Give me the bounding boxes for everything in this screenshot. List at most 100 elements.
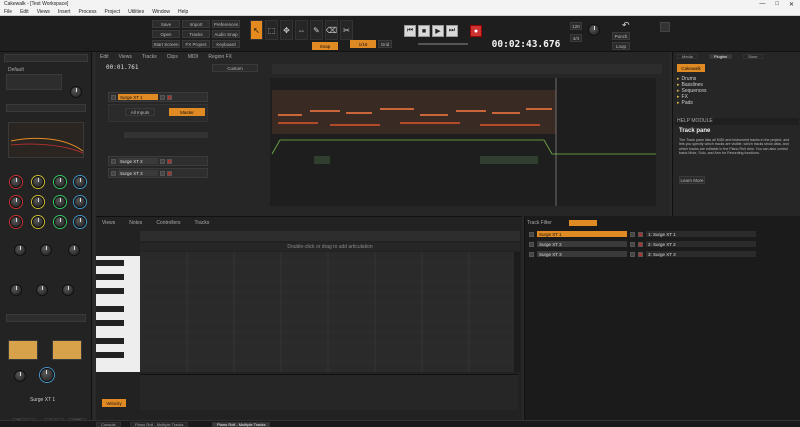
menu-help[interactable]: Help: [178, 9, 188, 15]
clip-track2-a[interactable]: [314, 156, 330, 164]
save-button[interactable]: Save: [152, 20, 180, 28]
time-display[interactable]: 00:02:43.676: [490, 37, 562, 51]
undo-icon[interactable]: ↶: [622, 20, 630, 31]
pr-track-3-out[interactable]: 3: Surge XT 3: [646, 251, 756, 257]
start-screen-button[interactable]: Start Screen: [152, 40, 180, 48]
stop-button[interactable]: ■: [418, 25, 430, 37]
track-filter[interactable]: Track Filter: [527, 220, 567, 226]
pr-track-row-2[interactable]: Surge XT 2 2: Surge XT 2: [529, 240, 797, 248]
volume-knob[interactable]: [70, 86, 82, 98]
track-1-mute[interactable]: [111, 94, 116, 100]
pr-track-1-arm[interactable]: [638, 231, 643, 237]
snap-value[interactable]: 1/16: [350, 40, 376, 48]
tempo-field[interactable]: 120: [570, 22, 582, 30]
dock-tab-pianoroll-1[interactable]: Piano Roll - Multiple Tracks: [130, 422, 189, 427]
track-3-mute[interactable]: [111, 170, 116, 176]
track-2-name[interactable]: Surge XT 2: [118, 158, 158, 164]
play-button[interactable]: ▶: [432, 25, 444, 37]
track-1-arm[interactable]: [167, 94, 172, 100]
maximize-button[interactable]: □: [775, 1, 779, 8]
eq-knob-8[interactable]: [74, 196, 86, 208]
menu-insert[interactable]: Insert: [58, 9, 71, 15]
tv-zoom-select[interactable]: Custom: [212, 64, 258, 72]
tv-menu-regionfx[interactable]: Region FX: [208, 54, 232, 60]
comp-knob-3[interactable]: [68, 244, 80, 256]
audio-snap-button[interactable]: Audio Snap: [212, 30, 240, 38]
pr-vertical-scrollbar[interactable]: [514, 252, 520, 372]
track-1-input[interactable]: All Inputs: [125, 108, 155, 116]
track-2-solo[interactable]: [160, 158, 165, 164]
pr-track-2-arm[interactable]: [638, 241, 643, 247]
pr-time-ruler[interactable]: [140, 231, 520, 241]
pr-track-3-name[interactable]: Surge XT 3: [537, 251, 627, 257]
clips-pane[interactable]: [270, 78, 656, 206]
dock-tab-pianoroll-2[interactable]: Piano Roll - Multiple Tracks: [212, 422, 271, 427]
tv-menu-midi[interactable]: MIDI: [188, 54, 199, 60]
pr-track-1-mute[interactable]: [630, 231, 635, 237]
loop-button[interactable]: Loop: [612, 42, 630, 50]
track-header-3[interactable]: Surge XT 3: [108, 168, 208, 178]
prochannel-bar[interactable]: [6, 104, 86, 112]
note-grid[interactable]: [140, 252, 518, 372]
console-emulator-header[interactable]: [6, 314, 86, 322]
position-slider[interactable]: [418, 43, 468, 45]
minimize-button[interactable]: —: [759, 1, 765, 8]
eq-knob-6[interactable]: [32, 196, 44, 208]
eq-knob-1[interactable]: [10, 176, 22, 188]
open-button[interactable]: Open: [152, 30, 180, 38]
controller-pane[interactable]: [140, 374, 518, 410]
track-header-2[interactable]: Surge XT 2: [108, 156, 208, 166]
clip-track2-b[interactable]: [480, 156, 538, 164]
folder-item[interactable]: ▸ Pads: [677, 100, 797, 106]
eq-knob-5[interactable]: [10, 196, 22, 208]
track-3-solo[interactable]: [160, 170, 165, 176]
eq-knob-3[interactable]: [54, 176, 66, 188]
split-tool[interactable]: ✂: [340, 20, 353, 40]
pr-track-1-out[interactable]: 1: Surge XT 1: [646, 231, 756, 237]
track-2-arm[interactable]: [167, 158, 172, 164]
erase-tool[interactable]: ⌫: [325, 20, 338, 40]
track-1-output[interactable]: Master: [169, 108, 205, 116]
pr-menu-views[interactable]: Views: [102, 220, 115, 226]
pr-track-2-mute[interactable]: [630, 241, 635, 247]
articulation-lane[interactable]: Double-click or drag to add articulation: [140, 243, 520, 251]
close-button[interactable]: ✕: [789, 1, 794, 8]
pr-menu-notes[interactable]: Notes: [129, 220, 142, 226]
track-3-name[interactable]: Surge XT 3: [118, 170, 158, 176]
eq-knob-12[interactable]: [74, 216, 86, 228]
track-filter-active[interactable]: [569, 220, 597, 226]
rewind-button[interactable]: ⏮: [404, 25, 416, 37]
pr-track-3-arm[interactable]: [638, 251, 643, 257]
pr-track-row-1[interactable]: Surge XT 1 1: Surge XT 1: [529, 230, 797, 238]
trim-knob[interactable]: [14, 370, 26, 382]
browser-tab-plugins[interactable]: Plugins: [709, 54, 733, 59]
piano-keyboard[interactable]: [96, 256, 140, 372]
browser-tab-media[interactable]: Media: [677, 54, 698, 59]
tape-knob-2[interactable]: [36, 284, 48, 296]
pr-track-1-name[interactable]: Surge XT 1: [537, 231, 627, 237]
pr-track-2-out[interactable]: 2: Surge XT 2: [646, 241, 756, 247]
pr-track-3-visible[interactable]: [529, 251, 534, 257]
pr-track-row-3[interactable]: Surge XT 3 3: Surge XT 3: [529, 250, 797, 258]
browser-tab-store[interactable]: Store: [743, 54, 763, 59]
pr-track-2-visible[interactable]: [529, 241, 534, 247]
track-1-solo[interactable]: [160, 94, 165, 100]
punch-button[interactable]: Punch: [612, 32, 630, 40]
tape-knob-1[interactable]: [10, 284, 22, 296]
menu-window[interactable]: Window: [152, 9, 170, 15]
comp-knob-1[interactable]: [14, 244, 26, 256]
tv-menu-tracks[interactable]: Tracks: [142, 54, 157, 60]
eq-knob-11[interactable]: [54, 216, 66, 228]
pr-track-2-name[interactable]: Surge XT 2: [537, 241, 627, 247]
drive-knob[interactable]: [40, 368, 54, 382]
tv-menu-clips[interactable]: Clips: [167, 54, 178, 60]
ffwd-button[interactable]: ⏭: [446, 25, 458, 37]
automation-lane-selector[interactable]: [124, 132, 208, 138]
automation-envelope[interactable]: [271, 139, 656, 155]
tv-menu-edit[interactable]: Edit: [100, 54, 109, 60]
eq-knob-10[interactable]: [32, 216, 44, 228]
menu-edit[interactable]: Edit: [20, 9, 29, 15]
menu-process[interactable]: Process: [78, 9, 96, 15]
eq-knob-9[interactable]: [10, 216, 22, 228]
draw-tool[interactable]: ✎: [310, 20, 323, 40]
